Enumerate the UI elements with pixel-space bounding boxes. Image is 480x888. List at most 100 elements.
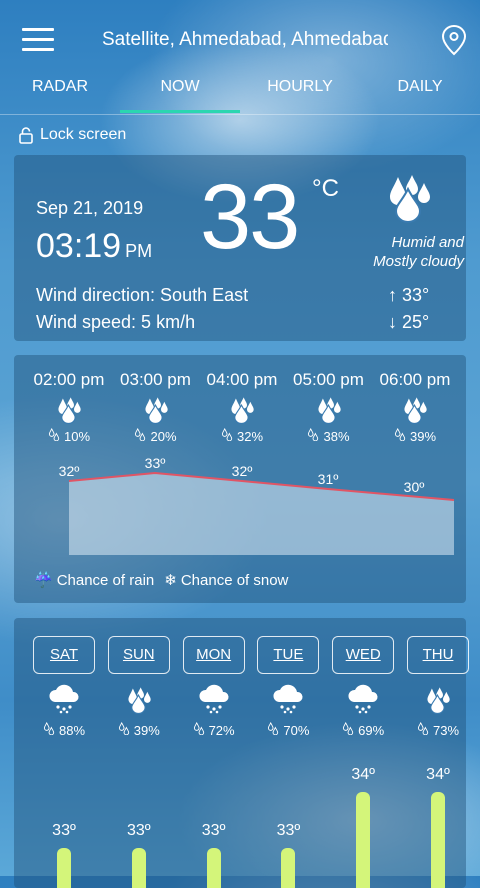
high-temp-bar [206,848,221,888]
temperature-unit[interactable]: °C [312,175,339,203]
tab-bar: RADAR NOW HOURLY DAILY [0,72,480,115]
tab-now[interactable]: NOW [120,78,240,96]
high-temp-bar [131,848,146,888]
high-temp: ↑ 33° [388,285,448,306]
temperature-label: 30º [404,479,425,495]
daily-item: WED 69% [331,636,395,738]
raindrop-icon [43,721,56,738]
rain-cloud-icon [346,684,380,714]
rain-chance-value: 39% [409,428,437,444]
wind-speed: Wind speed: 5 km/h [36,312,196,332]
rain-chance: 69% [331,721,395,738]
rain-chance: 20% [113,427,199,444]
rain-chance: 39% [372,427,458,444]
day-button[interactable]: THU [407,636,469,674]
raindrop-icon [193,721,206,738]
day-button[interactable]: TUE [257,636,320,674]
raindrop-icon [394,427,407,444]
lock-screen-button[interactable]: Lock screen [18,126,126,144]
daily-item: TUE 70% [256,636,320,738]
condition-text: Humid and Mostly cloudy [344,233,464,271]
hourly-item: 02:00 pm 10% [26,370,112,444]
day-button[interactable]: SUN [107,636,170,674]
hourly-item: 06:00 pm 39% [372,370,458,444]
rain-chance-value: 72% [208,722,235,738]
hour-label: 03:00 pm [120,370,191,389]
humid-drops-icon [400,394,430,424]
high-temp-label: 33º [276,822,301,839]
high-temp-label: 34º [426,766,450,783]
location-pin-icon[interactable] [440,24,468,56]
rain-chance: 88% [32,721,96,738]
hourly-item: 05:00 pm 38% [286,370,372,444]
menu-icon[interactable] [22,28,54,52]
temperature-area [69,473,454,555]
high-temp-bar [281,848,296,888]
high-temp-value: 33° [402,285,430,305]
raindrop-icon: ☔ [34,572,53,589]
humid-drops-icon [390,175,430,223]
rain-chance: 73% [406,721,470,738]
raindrop-icon [417,721,430,738]
rain-chance-value: 88% [58,722,86,738]
raindrop-icon [221,427,234,444]
top-bar: Satellite, Ahmedabad, Ahmedabad [0,0,480,80]
rain-cloud-icon [47,684,81,714]
high-temp-label: 33º [201,822,226,839]
rain-chance: 32% [199,427,285,444]
hourly-item: 04:00 pm 32% [199,370,285,444]
arrow-down-icon: ↓ [388,312,397,332]
hourly-forecast-card[interactable]: 32º 33º 32º 31º 30º ☔ Chance of rain ❄ Chanc… [14,355,466,603]
condition-line-1: Humid and [391,234,464,251]
humid-drops-icon [54,394,84,424]
humid-drops-icon [122,684,156,714]
rain-chance: 39% [107,721,171,738]
rain-chance-value: 20% [150,428,177,444]
condition-line-2: Mostly cloudy [373,253,464,270]
daily-forecast-card[interactable]: SAT 88% 33º SUN 39% 33º MON 72% 33º TUE 70% 33º WED 6… [14,618,469,888]
high-temp-label: 33º [52,822,76,839]
day-button[interactable]: MON [182,636,245,674]
wind-direction: Wind direction: South East [36,285,249,305]
raindrop-icon [48,427,61,444]
daily-item: THU 73% [406,636,470,738]
hour-label: 04:00 pm [206,370,278,389]
hour-label: 05:00 pm [293,370,364,389]
rain-chance: 38% [286,427,372,444]
padlock-icon [19,127,33,144]
hour-label: 02:00 pm [33,370,105,389]
temperature-label: 33º [145,455,166,471]
rain-chance: 70% [256,721,320,738]
tab-radar[interactable]: RADAR [0,78,120,96]
raindrop-icon [307,427,320,444]
temperature-label: 32º [59,463,80,479]
location-title[interactable]: Satellite, Ahmedabad, Ahmedabad [102,29,388,51]
time-ampm: PM [125,241,153,261]
high-temp-bar [356,792,371,888]
rain-chance: 72% [182,721,246,738]
snowflake-icon: ❄ [164,572,177,589]
daily-item: SAT 88% [32,636,96,738]
daily-item: SUN 39% [107,636,171,738]
current-time: 03:19 PM [36,227,152,266]
tab-daily[interactable]: DAILY [360,78,480,96]
rain-chance-value: 70% [283,722,310,738]
rain-chance: 10% [26,427,112,444]
current-temperature: 33 [200,166,300,268]
rain-chance-value: 32% [236,428,264,444]
humid-drops-icon [141,394,171,424]
rain-chance-value: 69% [358,722,385,738]
tab-hourly[interactable]: HOURLY [240,78,360,96]
daily-item: MON 72% [182,636,246,738]
chart-legend: ☔ Chance of rain ❄ Chance of snow [34,571,288,590]
humid-drops-icon [421,684,455,714]
active-tab-indicator [120,110,240,113]
raindrop-icon [118,721,131,738]
temperature-label: 31º [318,471,339,487]
humid-drops-icon [314,394,344,424]
high-temp-label: 34º [351,766,375,783]
temperature-label: 32º [232,463,253,479]
day-button[interactable]: WED [332,636,395,674]
current-conditions-card: Sep 21, 2019 03:19 PM 33 °C Humid and Mos… [14,155,466,341]
day-button[interactable]: SAT [33,636,95,674]
